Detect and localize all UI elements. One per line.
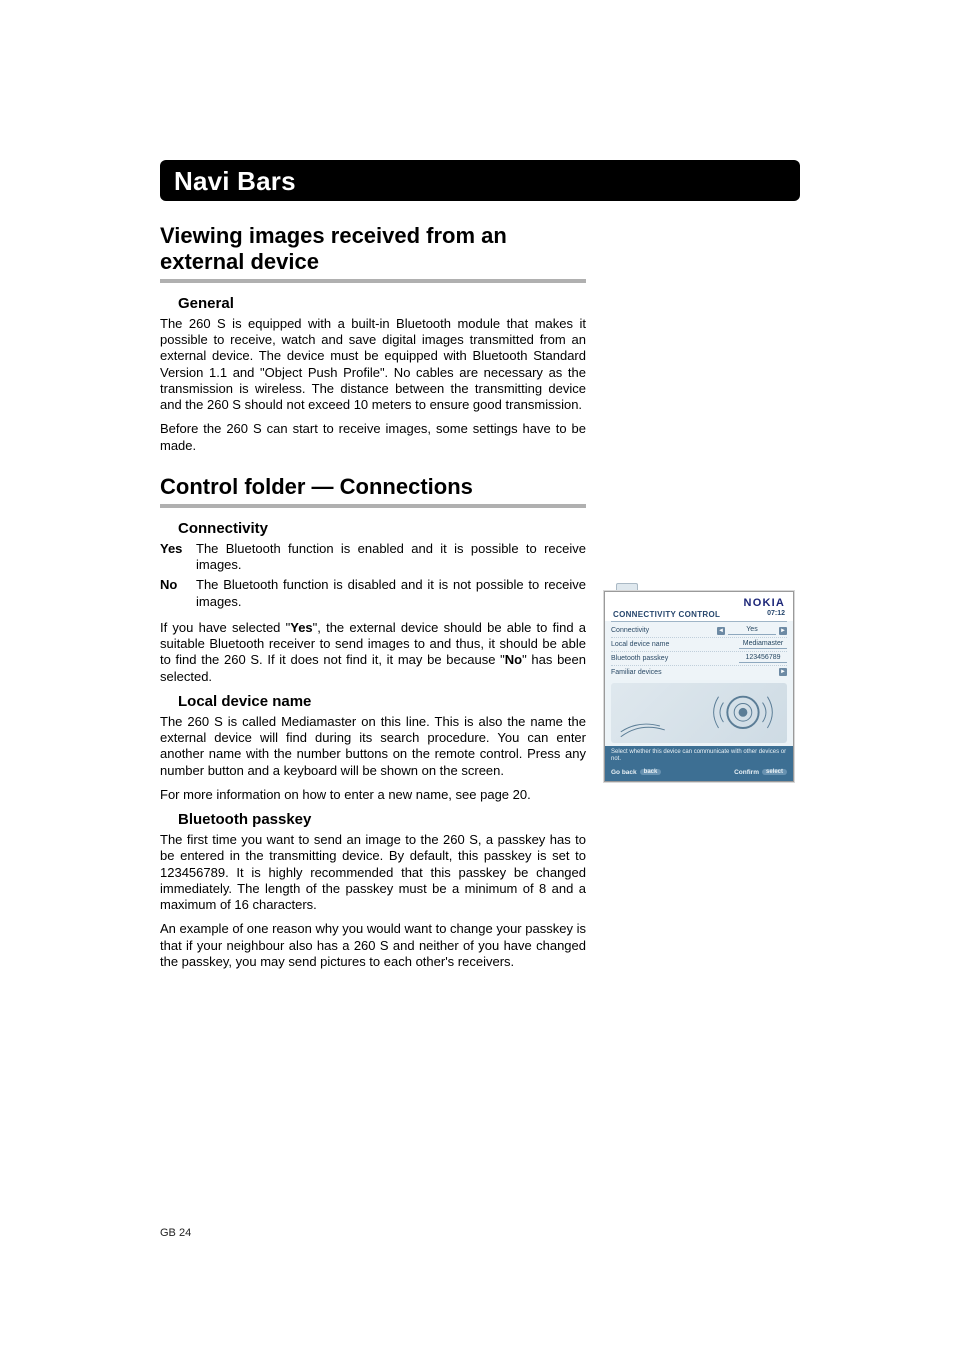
text-column: Viewing images received from an external… xyxy=(160,223,586,978)
paragraph: Before the 260 S can start to receive im… xyxy=(160,421,586,454)
page-number: GB 24 xyxy=(160,1227,191,1239)
definition-desc: The Bluetooth function is enabled and it… xyxy=(196,541,586,574)
section-title-viewing: Viewing images received from an external… xyxy=(160,223,586,275)
text-span: If you have selected " xyxy=(160,620,290,635)
subsection-general: General xyxy=(178,295,586,312)
fig-time: 07:12 xyxy=(767,610,785,619)
fig-softkeys: Go back back Confirm select xyxy=(605,766,793,781)
fig-label: Familiar devices xyxy=(611,669,662,676)
paragraph: If you have selected "Yes", the external… xyxy=(160,620,586,685)
softkey-key: back xyxy=(640,769,662,775)
fig-softkey-back[interactable]: Go back back xyxy=(611,769,661,776)
fig-illustration xyxy=(611,683,787,743)
figure-column: NOKIA CONNECTIVITY CONTROL 07:12 Connect… xyxy=(604,223,794,782)
paragraph: For more information on how to enter a n… xyxy=(160,787,586,803)
fig-value: Mediamaster xyxy=(739,640,787,649)
right-arrow-icon[interactable]: ► xyxy=(779,627,787,635)
definition-desc: The Bluetooth function is disabled and i… xyxy=(196,577,586,610)
softkey-key: select xyxy=(762,769,787,775)
left-arrow-icon[interactable]: ◄ xyxy=(717,627,725,635)
chapter-header-bar: Navi Bars xyxy=(160,160,800,201)
section-rule xyxy=(160,504,586,508)
bold-no: No xyxy=(505,652,522,667)
connectivity-control-screenshot: NOKIA CONNECTIVITY CONTROL 07:12 Connect… xyxy=(604,591,794,782)
page: Navi Bars Viewing images received from a… xyxy=(0,0,954,1351)
fig-value: 123456789 xyxy=(739,654,787,663)
section-rule xyxy=(160,279,586,283)
subsection-connectivity: Connectivity xyxy=(178,520,586,537)
paragraph: The first time you want to send an image… xyxy=(160,832,586,913)
fig-softkey-confirm[interactable]: Confirm select xyxy=(734,769,787,776)
paragraph: The 260 S is equipped with a built-in Bl… xyxy=(160,316,586,414)
paragraph: The 260 S is called Mediamaster on this … xyxy=(160,714,586,779)
definition-term-yes: Yes xyxy=(160,541,196,574)
content-columns: Viewing images received from an external… xyxy=(160,223,794,978)
right-arrow-icon[interactable]: ► xyxy=(779,668,787,676)
chapter-title: Navi Bars xyxy=(174,166,296,196)
definition-list: Yes The Bluetooth function is enabled an… xyxy=(160,541,586,610)
definition-row: No The Bluetooth function is disabled an… xyxy=(160,577,586,610)
fig-title-row: CONNECTIVITY CONTROL 07:12 xyxy=(605,610,793,621)
fig-label: Local device name xyxy=(611,641,669,648)
fig-brand-row: NOKIA xyxy=(605,592,793,610)
section-title-control: Control folder — Connections xyxy=(160,474,586,500)
subsection-local-device-name: Local device name xyxy=(178,693,586,710)
fig-row-connectivity[interactable]: Connectivity ◄ Yes ► xyxy=(611,624,787,638)
fig-label: Bluetooth passkey xyxy=(611,655,668,662)
fig-value: Yes xyxy=(728,626,776,635)
fig-hint-text: Select whether this device can communica… xyxy=(605,746,793,766)
fig-row-bluetooth-passkey[interactable]: Bluetooth passkey 123456789 xyxy=(611,652,787,666)
bluetooth-illustration-icon xyxy=(611,683,787,742)
definition-row: Yes The Bluetooth function is enabled an… xyxy=(160,541,586,574)
fig-label: Connectivity xyxy=(611,627,649,634)
fig-row-local-device-name[interactable]: Local device name Mediamaster xyxy=(611,638,787,652)
fig-settings-list: Connectivity ◄ Yes ► Local device name M… xyxy=(605,622,793,680)
nokia-logo: NOKIA xyxy=(744,597,785,609)
softkey-label: Confirm xyxy=(734,769,759,776)
figure-tab-decor xyxy=(616,583,638,591)
definition-term-no: No xyxy=(160,577,196,610)
bold-yes: Yes xyxy=(290,620,312,635)
fig-title: CONNECTIVITY CONTROL xyxy=(613,610,720,619)
fig-row-familiar-devices[interactable]: Familiar devices ► xyxy=(611,666,787,678)
paragraph: An example of one reason why you would w… xyxy=(160,921,586,970)
softkey-label: Go back xyxy=(611,769,637,776)
subsection-bluetooth-passkey: Bluetooth passkey xyxy=(178,811,586,828)
